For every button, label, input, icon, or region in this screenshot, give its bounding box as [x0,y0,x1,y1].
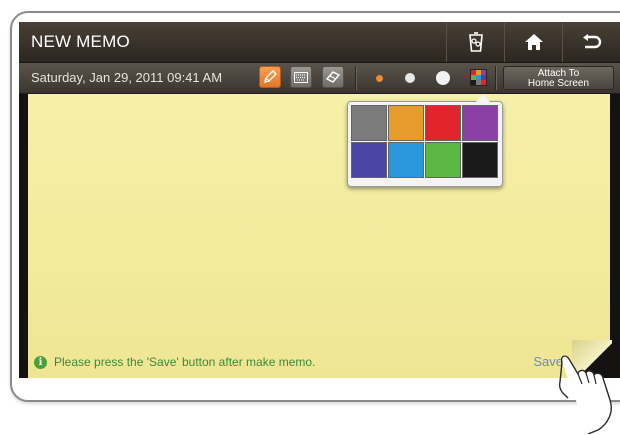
keyboard-icon [294,71,308,83]
toolbar-separator [495,66,497,90]
eraser-tool-button[interactable] [322,66,344,88]
memo-screen: NEW MEMO Saturday, Jan 29, 2011 09:41 AM [19,22,620,378]
attach-label-line2: Home Screen [527,78,590,89]
notice-text: Please press the 'Save' button after mak… [54,355,316,369]
attach-to-home-button[interactable]: Attach To Home Screen [503,66,614,90]
tool-bar: Saturday, Jan 29, 2011 09:41 AM Attach T… [19,63,620,94]
color-swatch-green[interactable] [425,142,461,178]
pen-size-small[interactable] [376,75,383,82]
title-bar: NEW MEMO [19,22,620,63]
memo-paper[interactable]: i Please press the 'Save' button after m… [28,94,612,378]
popup-arrow [476,94,490,102]
trash-icon [468,32,483,52]
pen-icon [264,70,277,83]
delete-button[interactable] [446,22,504,62]
color-swatch-orange[interactable] [388,105,424,141]
pen-size-medium[interactable] [405,73,415,83]
back-button[interactable] [562,22,620,62]
home-button[interactable] [504,22,562,62]
color-swatch-indigo[interactable] [351,142,387,178]
color-palette-popup [347,94,503,187]
info-icon: i [34,355,47,369]
color-swatch-gray[interactable] [351,105,387,141]
pen-tool-button[interactable] [259,66,281,88]
pen-size-large[interactable] [436,71,450,85]
memo-datetime: Saturday, Jan 29, 2011 09:41 AM [31,70,223,85]
back-icon [582,34,601,49]
color-swatch-red[interactable] [425,105,461,141]
keyboard-tool-button[interactable] [290,66,312,88]
pointing-hand-icon [558,355,612,434]
toolbar-separator [355,66,357,90]
eraser-icon [326,71,340,83]
page-title: NEW MEMO [31,32,130,51]
palette-icon [471,70,486,85]
color-swatch-blue[interactable] [388,142,424,178]
color-swatch-purple[interactable] [462,105,498,141]
color-swatch-black[interactable] [462,142,498,178]
save-notice: i Please press the 'Save' button after m… [34,355,315,369]
home-icon [524,34,543,50]
color-picker-button[interactable] [470,69,487,86]
